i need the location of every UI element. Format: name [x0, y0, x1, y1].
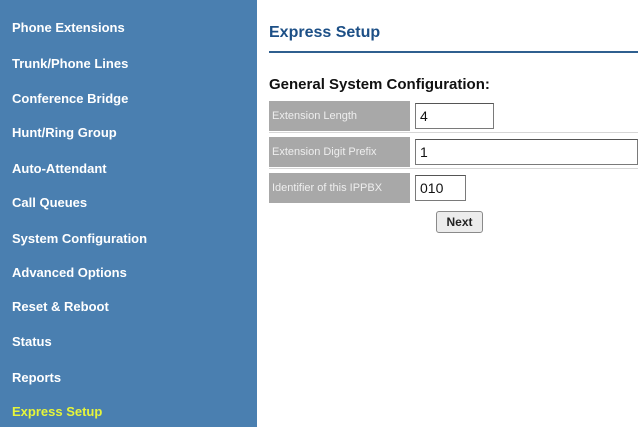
- row-divider: [269, 168, 638, 169]
- title-divider: [269, 51, 638, 53]
- field-label-ippbx-identifier: Identifier of this IPPBX: [269, 173, 410, 203]
- field-label-extension-digit-prefix: Extension Digit Prefix: [269, 137, 410, 167]
- nav-item-system-configuration[interactable]: System Configuration: [12, 231, 147, 246]
- row-divider: [269, 132, 638, 133]
- sidebar-nav: Phone Extensions Trunk/Phone Lines Confe…: [0, 0, 257, 427]
- section-title: General System Configuration:: [269, 76, 490, 93]
- nav-item-phone-extensions[interactable]: Phone Extensions: [12, 20, 125, 35]
- nav-item-express-setup[interactable]: Express Setup: [12, 404, 102, 419]
- extension-length-input[interactable]: [415, 103, 494, 129]
- nav-item-call-queues[interactable]: Call Queues: [12, 195, 87, 210]
- nav-item-auto-attendant[interactable]: Auto-Attendant: [12, 161, 107, 176]
- nav-item-reset-reboot[interactable]: Reset & Reboot: [12, 299, 109, 314]
- page-title: Express Setup: [269, 24, 381, 41]
- nav-item-hunt-ring-group[interactable]: Hunt/Ring Group: [12, 125, 117, 140]
- ippbx-identifier-input[interactable]: [415, 175, 466, 201]
- nav-item-trunk-phone-lines[interactable]: Trunk/Phone Lines: [12, 56, 128, 71]
- nav-item-status[interactable]: Status: [12, 334, 52, 349]
- nav-item-conference-bridge[interactable]: Conference Bridge: [12, 91, 128, 106]
- field-label-extension-length: Extension Length: [269, 101, 410, 131]
- extension-digit-prefix-input[interactable]: [415, 139, 638, 165]
- nav-item-reports[interactable]: Reports: [12, 370, 61, 385]
- nav-item-advanced-options[interactable]: Advanced Options: [12, 265, 127, 280]
- next-button[interactable]: Next: [436, 211, 483, 233]
